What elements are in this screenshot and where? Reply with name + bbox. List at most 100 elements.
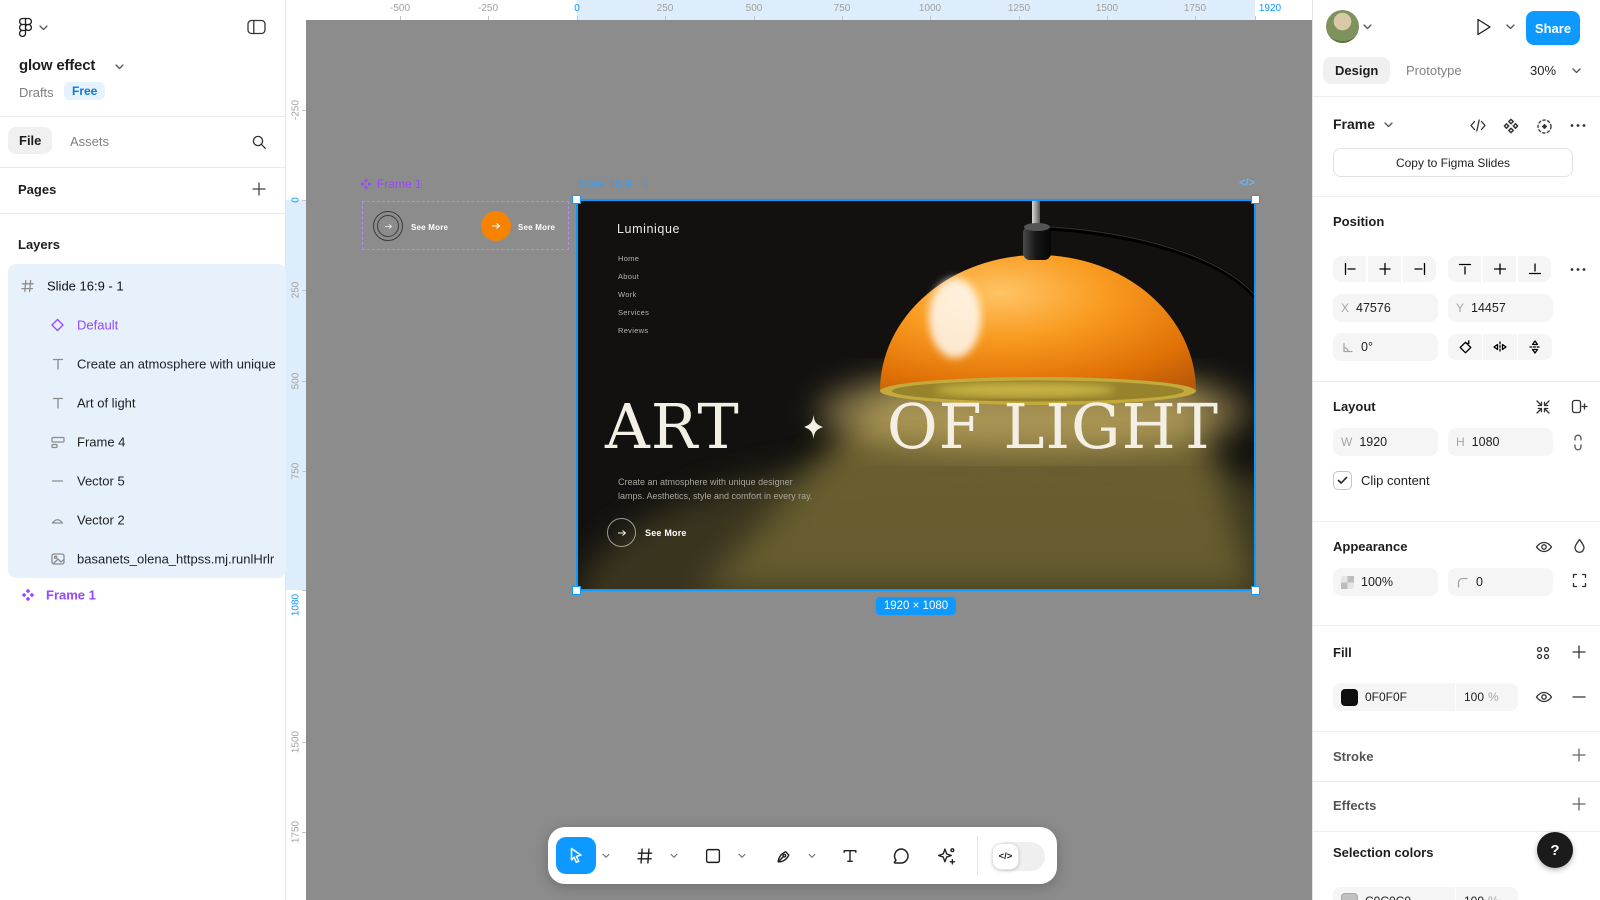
tab-design[interactable]: Design <box>1323 57 1390 84</box>
rotation-field[interactable]: 0° <box>1333 333 1438 361</box>
clip-content-checkbox[interactable] <box>1333 471 1352 490</box>
opacity-field[interactable]: 100% <box>1333 568 1438 596</box>
create-component-icon[interactable] <box>1503 118 1519 134</box>
flip-vertical-button[interactable] <box>1518 334 1552 360</box>
rotate-button[interactable] <box>1448 334 1482 360</box>
expand-independent-corners-icon[interactable] <box>1572 573 1587 588</box>
align-right-button[interactable] <box>1403 256 1436 282</box>
layer-row-image[interactable]: basanets_olena_httpss.mj.runlHrlr <box>0 539 286 578</box>
see-more-solid-button[interactable] <box>481 211 511 241</box>
align-horizontal-center-button[interactable] <box>1368 256 1401 282</box>
selection-color-opacity-field[interactable]: 100 % <box>1456 887 1518 900</box>
help-button[interactable]: ? <box>1537 832 1573 868</box>
file-menu-chevron-icon[interactable] <box>39 25 48 31</box>
resize-handle-nw[interactable] <box>572 195 581 204</box>
file-name[interactable]: glow effect <box>19 57 95 74</box>
y-position-field[interactable]: Y 14457 <box>1448 294 1553 322</box>
add-fill-icon[interactable] <box>1572 645 1586 659</box>
layer-row-frame4[interactable]: Frame 4 <box>0 422 286 461</box>
frame-tool[interactable] <box>637 847 654 864</box>
toggle-panel-icon[interactable] <box>247 19 266 35</box>
more-options-icon[interactable] <box>1569 118 1587 133</box>
search-icon[interactable] <box>251 134 268 151</box>
resize-handle-se[interactable] <box>1251 586 1260 595</box>
comment-tool[interactable] <box>892 847 910 865</box>
tab-prototype[interactable]: Prototype <box>1406 63 1462 78</box>
align-bottom-button[interactable] <box>1518 256 1551 282</box>
avatar[interactable] <box>1326 10 1359 43</box>
file-location[interactable]: Drafts <box>19 85 54 100</box>
fill-visibility-icon[interactable] <box>1535 690 1553 704</box>
add-stroke-icon[interactable] <box>1572 748 1586 762</box>
remove-fill-icon[interactable] <box>1572 695 1586 699</box>
file-name-chevron-icon[interactable] <box>115 64 124 70</box>
canvas[interactable]: Frame 1 See More See More Slide 16:9 - 1… <box>286 0 1312 900</box>
layer-row-default[interactable]: Default <box>0 305 286 344</box>
selection-color-swatch[interactable] <box>1341 893 1358 900</box>
resize-handle-sw[interactable] <box>572 586 581 595</box>
fill-opacity-field[interactable]: 100 % <box>1456 683 1518 711</box>
shape-tool[interactable] <box>705 847 722 864</box>
width-field[interactable]: W 1920 <box>1333 428 1438 456</box>
see-more-outline-button[interactable] <box>373 211 403 241</box>
pen-tool-chevron-icon[interactable] <box>808 853 816 858</box>
blend-droplet-icon[interactable] <box>1572 538 1587 555</box>
detach-instance-icon[interactable] <box>1536 118 1553 135</box>
frame-tool-chevron-icon[interactable] <box>670 853 678 858</box>
layer-row-text-1[interactable]: Create an atmosphere with unique <box>0 344 286 383</box>
actions-ai-tool[interactable] <box>937 846 956 865</box>
move-tool[interactable] <box>556 837 596 874</box>
flip-horizontal-button[interactable] <box>1483 334 1517 360</box>
dev-mode-toggle[interactable]: </> <box>992 842 1045 871</box>
layer-row-frame1[interactable]: Frame 1 <box>0 580 286 610</box>
layer-row-vector5[interactable]: Vector 5 <box>0 461 286 500</box>
selection-color-field[interactable]: C0C0C0 <box>1333 887 1455 900</box>
x-position-field[interactable]: X 47576 <box>1333 294 1438 322</box>
zoom-chevron-icon[interactable] <box>1572 68 1581 74</box>
slide-frame-label[interactable]: Slide 16:9 - 1 <box>578 177 649 191</box>
slide-frame[interactable]: Luminique Home About Work Services Revie… <box>577 200 1255 590</box>
ruler-horizontal[interactable]: -500 -250 0 250 500 750 1000 1250 1500 1… <box>286 0 1312 20</box>
height-field[interactable]: H 1080 <box>1448 428 1553 456</box>
fill-color-field[interactable]: 0F0F0F <box>1333 683 1455 711</box>
tab-file[interactable]: File <box>8 127 52 154</box>
component-frame[interactable]: See More See More <box>362 201 569 250</box>
selection-type-chevron-icon[interactable] <box>1384 122 1393 128</box>
fill-color-swatch[interactable] <box>1341 689 1358 706</box>
share-button[interactable]: Share <box>1526 11 1580 45</box>
present-chevron-icon[interactable] <box>1506 24 1515 30</box>
constrain-proportions-icon[interactable] <box>1571 433 1585 452</box>
copy-to-slides-button[interactable]: Copy to Figma Slides <box>1333 148 1573 177</box>
add-page-icon[interactable] <box>252 182 266 196</box>
figma-menu-icon[interactable] <box>18 17 33 38</box>
account-chevron-icon[interactable] <box>1363 24 1372 30</box>
present-play-icon[interactable] <box>1474 16 1493 38</box>
zoom-level[interactable]: 30% <box>1530 63 1556 78</box>
tab-assets[interactable]: Assets <box>70 134 109 149</box>
text-tool[interactable] <box>842 847 859 864</box>
resize-to-fit-icon[interactable] <box>1535 399 1551 415</box>
align-top-button[interactable] <box>1448 256 1481 282</box>
more-align-icon[interactable] <box>1569 262 1587 277</box>
add-auto-layout-icon[interactable] <box>1571 398 1588 415</box>
layer-row-slide[interactable]: Slide 16:9 - 1 <box>0 266 286 305</box>
selection-type[interactable]: Frame <box>1333 116 1375 132</box>
dev-mode-knob[interactable]: </> <box>992 843 1019 870</box>
styles-icon[interactable] <box>1535 645 1551 661</box>
add-effect-icon[interactable] <box>1572 797 1586 811</box>
move-tool-chevron-icon[interactable] <box>602 853 610 858</box>
align-vertical-center-button[interactable] <box>1483 256 1516 282</box>
visibility-eye-icon[interactable] <box>1535 540 1553 554</box>
layer-row-text-2[interactable]: Art of light <box>0 383 286 422</box>
shape-tool-chevron-icon[interactable] <box>738 853 746 858</box>
corner-radius-field[interactable]: 0 <box>1448 568 1553 596</box>
layer-row-vector2[interactable]: Vector 2 <box>0 500 286 539</box>
pen-tool[interactable] <box>776 847 793 864</box>
align-left-button[interactable] <box>1333 256 1366 282</box>
frame-code-badge[interactable]: </> <box>1239 177 1255 189</box>
ruler-vertical[interactable]: -250 0 250 500 750 1080 1500 1750 <box>286 20 306 900</box>
clip-content-label[interactable]: Clip content <box>1361 473 1430 488</box>
resize-handle-ne[interactable] <box>1251 195 1260 204</box>
code-icon[interactable] <box>1469 118 1487 133</box>
component-frame-label[interactable]: Frame 1 <box>360 177 422 191</box>
